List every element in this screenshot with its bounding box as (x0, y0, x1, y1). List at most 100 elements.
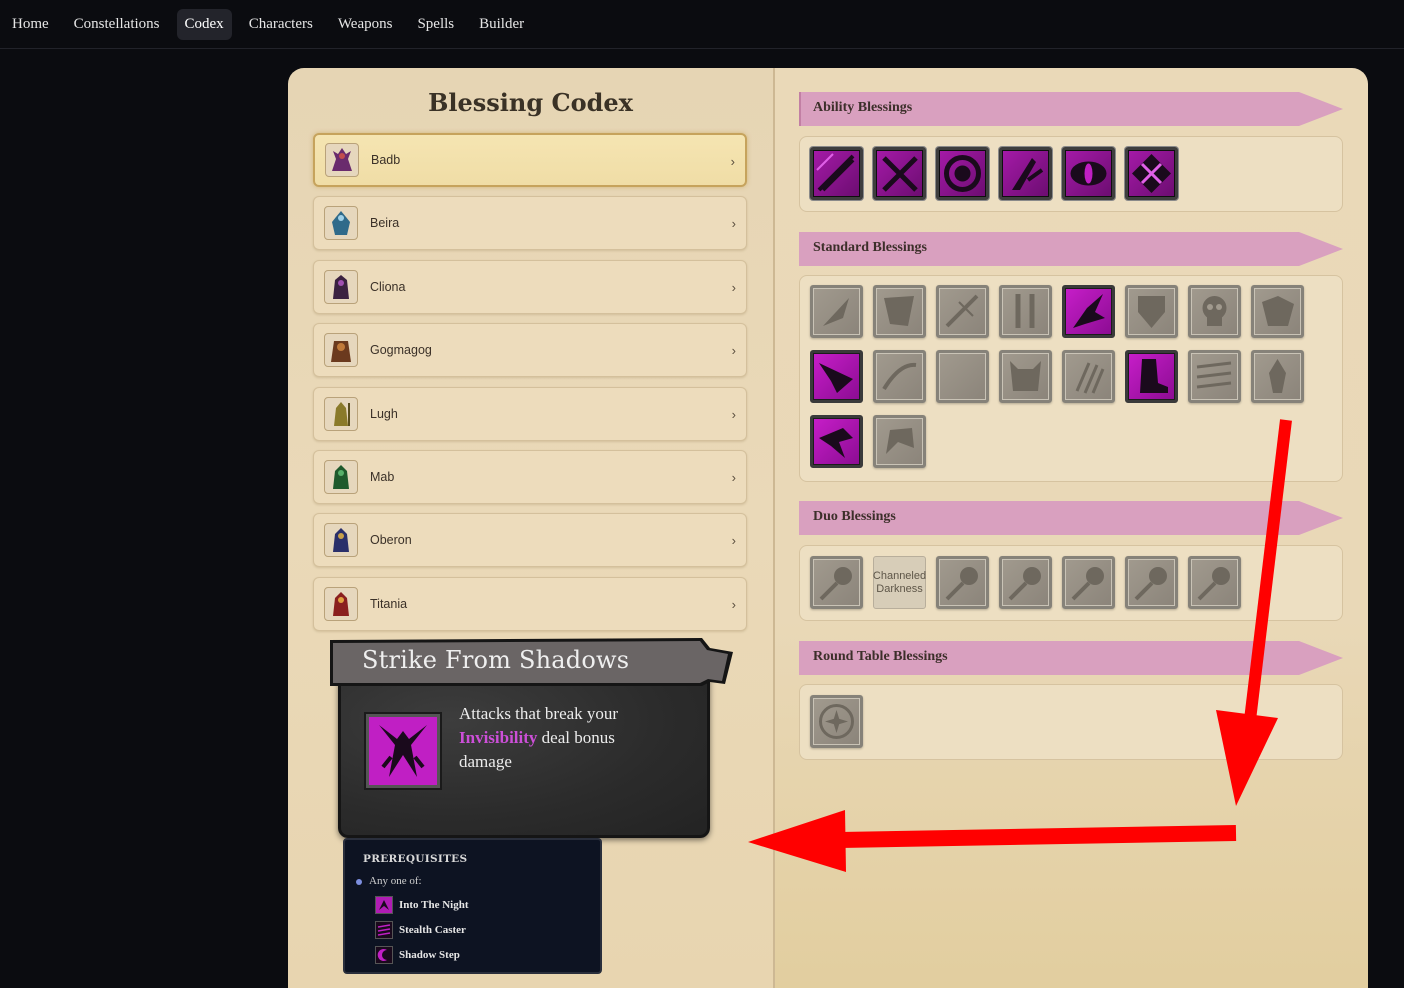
feather-blade-icon[interactable] (810, 285, 863, 338)
channeled-darkness-broken-image[interactable]: Channeled Darkness (873, 556, 926, 609)
nav-spells[interactable]: Spells (409, 9, 462, 40)
chevron-right-icon: › (731, 533, 736, 549)
rune-diamond-icon[interactable] (1125, 147, 1178, 200)
chevron-right-icon: › (731, 343, 736, 359)
tooltip-desc-text: Attacks that break your (459, 704, 619, 723)
burst-strike-icon[interactable] (1125, 556, 1178, 609)
prerequisite-label: Shadow Step (399, 949, 460, 961)
vortex-icon[interactable] (936, 147, 989, 200)
wind-slash-icon[interactable] (873, 350, 926, 403)
chevron-right-icon: › (730, 154, 735, 169)
character-item-titania[interactable]: Titania › (313, 576, 747, 631)
keyword-invisibility: Invisibility (459, 728, 538, 747)
burst-strike-icon[interactable] (936, 556, 989, 609)
character-name: Titania (370, 596, 408, 611)
section-header-ability: Ability Blessings (799, 92, 1343, 126)
character-item-gogmagog[interactable]: Gogmagog › (313, 323, 747, 378)
prerequisite-label: Stealth Caster (399, 924, 466, 936)
section-header-standard: Standard Blessings (799, 232, 1343, 266)
character-name: Mab (370, 469, 395, 484)
bullet-icon (356, 879, 362, 885)
character-portrait-icon (333, 591, 349, 616)
sword-slash-icon[interactable] (810, 147, 863, 200)
streak-lines-icon[interactable] (1188, 350, 1241, 403)
page-title: Blessing Codex (428, 88, 633, 117)
character-portrait-icon (332, 148, 352, 171)
shield-crest-icon[interactable] (1125, 285, 1178, 338)
beast-roar-icon[interactable] (873, 415, 926, 468)
skull-mask-icon[interactable] (1188, 285, 1241, 338)
feathered-spirit-icon[interactable] (1251, 350, 1304, 403)
nav-builder[interactable]: Builder (471, 9, 532, 40)
raven-swoop-icon[interactable] (810, 415, 863, 468)
nav-home[interactable]: Home (4, 9, 57, 40)
character-item-badb[interactable]: Badb › (313, 133, 747, 187)
raven-claw-icon (366, 714, 440, 788)
raven-dive-icon[interactable] (1062, 285, 1115, 338)
beast-skull-icon[interactable] (1251, 285, 1304, 338)
crossed-swords-icon[interactable] (873, 147, 926, 200)
demon-face-icon[interactable] (999, 350, 1052, 403)
dagger-throw-icon[interactable] (936, 285, 989, 338)
prerequisite-label: Into The Night (399, 899, 469, 911)
right-page: Ability Blessings Standard Blessings Duo… (775, 68, 1368, 988)
avatar (324, 206, 358, 241)
tattered-cloak-icon[interactable] (873, 285, 926, 338)
standard-blessings-panel (799, 275, 1343, 482)
burst-strike-icon[interactable] (810, 556, 863, 609)
character-portrait-icon (333, 274, 349, 299)
character-portrait-icon (333, 528, 349, 553)
prerequisites-title: PREREQUISITES (363, 853, 468, 865)
character-item-beira[interactable]: Beira › (313, 196, 747, 251)
prerequisites-any-label: Any one of: (369, 875, 422, 887)
duo-blessings-panel: Channeled Darkness (799, 545, 1343, 621)
burst-strike-icon[interactable] (1062, 556, 1115, 609)
prerequisite-item: Stealth Caster (375, 920, 466, 940)
twin-blades-icon[interactable] (999, 285, 1052, 338)
section-title: Duo Blessings (813, 509, 896, 524)
section-header-round-table: Round Table Blessings (799, 641, 1343, 675)
shadow-wing-icon[interactable] (810, 350, 863, 403)
into-the-night-icon (375, 896, 393, 914)
nav-codex[interactable]: Codex (176, 8, 232, 40)
top-nav: Home Constellations Codex Characters Wea… (0, 0, 1404, 49)
shuriken-icon[interactable] (810, 695, 863, 748)
nav-weapons[interactable]: Weapons (330, 9, 401, 40)
burst-strike-icon[interactable] (999, 556, 1052, 609)
character-item-mab[interactable]: Mab › (313, 449, 747, 504)
tooltip-description: Attacks that break your Invisibility dea… (459, 702, 669, 774)
character-portrait-icon (334, 401, 350, 426)
stealth-caster-icon (375, 921, 393, 939)
character-name: Oberon (370, 533, 412, 548)
prerequisite-item: Shadow Step (375, 945, 460, 965)
shadow-step-icon (375, 946, 393, 964)
chevron-right-icon: › (731, 216, 736, 232)
avatar (324, 269, 358, 304)
character-list: Badb › Beira › Cliona › Gogmagog › Lugh … (313, 133, 747, 640)
avatar (325, 143, 359, 177)
nav-characters[interactable]: Characters (241, 9, 321, 40)
character-item-lugh[interactable]: Lugh › (313, 386, 747, 441)
section-title: Ability Blessings (813, 100, 913, 115)
eye-icon[interactable] (1062, 147, 1115, 200)
tooltip-title: Strike From Shadows (362, 646, 630, 674)
character-item-cliona[interactable]: Cliona › (313, 259, 747, 314)
avatar (324, 396, 358, 431)
character-portrait-icon (331, 341, 351, 363)
claw-strike-icon[interactable] (999, 147, 1052, 200)
nav-constellations[interactable]: Constellations (66, 9, 168, 40)
section-header-duo: Duo Blessings (799, 501, 1343, 535)
chevron-right-icon: › (731, 279, 736, 295)
character-portrait-icon (333, 464, 349, 489)
character-name: Gogmagog (370, 343, 432, 358)
avatar (324, 523, 358, 558)
claw-marks-icon[interactable] (1062, 350, 1115, 403)
character-name: Cliona (370, 279, 406, 294)
avatar (324, 333, 358, 368)
character-name: Badb (371, 153, 401, 167)
crescent-moon-icon[interactable] (936, 350, 989, 403)
character-item-oberon[interactable]: Oberon › (313, 513, 747, 568)
shadow-boot-icon[interactable] (1125, 350, 1178, 403)
burst-strike-icon[interactable] (1188, 556, 1241, 609)
section-title: Standard Blessings (813, 240, 927, 255)
